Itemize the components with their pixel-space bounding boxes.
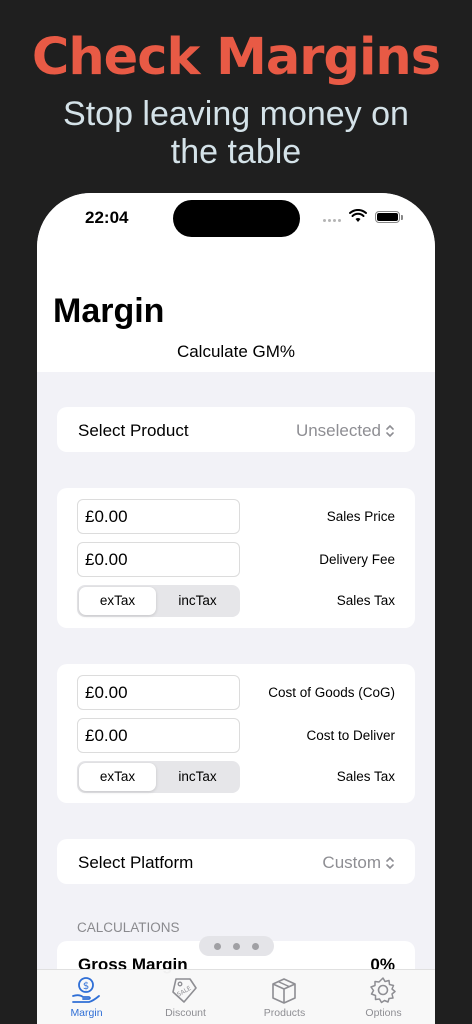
select-product-value-text: Unselected (295, 421, 381, 440)
sales-tax-segmented-control[interactable]: exTax incTax (77, 585, 240, 617)
sales-inctax-option[interactable]: incTax (159, 587, 236, 615)
svg-text:$: $ (83, 981, 89, 992)
select-product-picker[interactable]: Select Product Unselected (57, 407, 415, 452)
status-time: 22:04 (85, 208, 129, 227)
sale-tag-icon: SALE (172, 978, 197, 1003)
wifi-icon (349, 209, 367, 222)
dynamic-island (173, 200, 300, 237)
calculations-section-header: CALCULATIONS (77, 920, 180, 935)
tab-discount-label: Discount (165, 1007, 206, 1019)
tab-products[interactable]: Products (235, 970, 334, 1024)
gear-icon (370, 977, 396, 1004)
chevron-updown-icon (386, 856, 394, 870)
select-platform-label: Select Platform (78, 853, 194, 872)
select-platform-picker[interactable]: Select Platform Custom (57, 839, 415, 884)
promo-subtitle-line1: Stop leaving money on (63, 95, 409, 133)
tab-margin-label: Margin (70, 1007, 103, 1019)
cost-tax-label: Sales Tax (336, 769, 395, 784)
select-product-label: Select Product (78, 421, 189, 440)
tab-margin[interactable]: $ Margin (37, 970, 136, 1024)
sales-price-label: Sales Price (326, 509, 395, 524)
battery-icon (375, 211, 400, 223)
promo-subtitle: Stop leaving money on the table (0, 95, 472, 171)
select-platform-value-text: Custom (322, 853, 381, 872)
promo-title: Check Margins (31, 28, 441, 87)
tab-options-label: Options (365, 1007, 402, 1019)
tab-products-label: Products (263, 1007, 306, 1019)
tab-options[interactable]: Options (334, 970, 433, 1024)
sales-price-input[interactable]: £0.00 (77, 499, 240, 534)
delivery-fee-label: Delivery Fee (319, 552, 395, 567)
cost-of-goods-input[interactable]: £0.00 (77, 675, 240, 710)
cost-inctax-option[interactable]: incTax (159, 763, 236, 791)
select-product-value[interactable]: Unselected (296, 421, 395, 441)
cost-to-deliver-input[interactable]: £0.00 (77, 718, 240, 753)
chevron-updown-icon (386, 424, 394, 438)
page-indicator[interactable] (199, 936, 274, 956)
cost-card: £0.00 Cost of Goods (CoG) £0.00 Cost to … (57, 664, 415, 803)
delivery-fee-input[interactable]: £0.00 (77, 542, 240, 577)
cost-of-goods-label: Cost of Goods (CoG) (268, 685, 395, 700)
battery-tip (401, 215, 403, 220)
cost-extax-option[interactable]: exTax (79, 763, 156, 791)
tab-bar: $ Margin SALE Discount Products Options (37, 969, 435, 1024)
money-hand-icon: $ (72, 977, 100, 1003)
promo-subtitle-line2: the table (170, 133, 302, 171)
box-icon (272, 978, 296, 1004)
tab-discount[interactable]: SALE Discount (136, 970, 235, 1024)
svg-text:SALE: SALE (176, 985, 193, 999)
sales-extax-option[interactable]: exTax (79, 587, 156, 615)
select-platform-value[interactable]: Custom (322, 853, 395, 873)
sales-card: £0.00 Sales Price £0.00 Delivery Fee exT… (57, 488, 415, 628)
page-title: Margin (53, 292, 165, 330)
phone-screen: 22:04 Margin Calculate GM% Select Produc… (37, 193, 435, 1024)
sales-tax-label: Sales Tax (336, 593, 395, 608)
cost-to-deliver-label: Cost to Deliver (306, 728, 395, 743)
signal-icon (323, 219, 341, 222)
page-subtitle: Calculate GM% (176, 342, 296, 361)
cost-tax-segmented-control[interactable]: exTax incTax (77, 761, 240, 793)
